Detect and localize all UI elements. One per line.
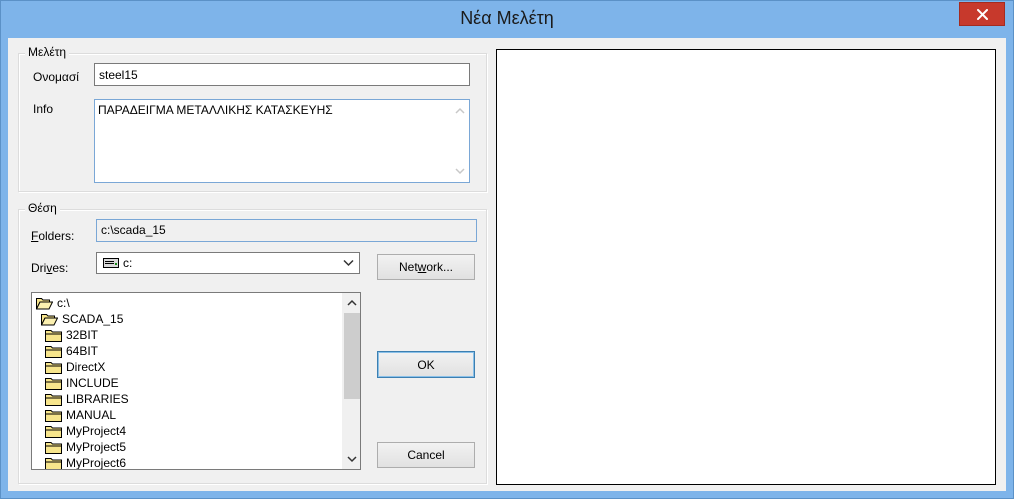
folder-open-icon — [41, 313, 58, 325]
scroll-down-icon[interactable] — [347, 454, 357, 464]
folder-item-label: MyProject6 — [66, 456, 127, 470]
folder-item[interactable]: LIBRARIES — [45, 391, 129, 407]
folder-open-icon — [36, 297, 53, 309]
folder-icon — [45, 457, 62, 469]
folder-icon — [45, 441, 62, 454]
location-group-title: Θέση — [25, 201, 60, 215]
folder-item[interactable]: MyProject4 — [45, 423, 126, 439]
chevron-down-icon[interactable] — [343, 259, 354, 267]
cancel-button[interactable]: Cancel — [377, 442, 475, 468]
scroll-up-icon[interactable] — [347, 298, 357, 308]
info-textarea[interactable]: ΠΑΡΑΔΕΙΓΜΑ ΜΕΤΑΛΛΙΚΗΣ ΚΑΤΑΣΚΕΥΗΣ — [94, 99, 470, 183]
folder-item[interactable]: MANUAL — [45, 407, 116, 423]
folder-item[interactable]: DirectX — [45, 359, 105, 375]
folder-list-scrollbar[interactable] — [342, 293, 360, 469]
folder-item-label: c:\ — [57, 296, 70, 310]
drives-selected: c: — [123, 256, 133, 270]
folder-item[interactable]: INCLUDE — [45, 375, 119, 391]
folders-path-field: c:\scada_15 — [96, 219, 477, 242]
folder-icon — [45, 393, 62, 406]
dialog-window: Νέα Μελέτη Μελέτη Ονομασί Info ΠΑΡΑΔΕΙΓΜ… — [0, 0, 1014, 499]
folder-item-label: MyProject5 — [66, 440, 127, 454]
folder-item[interactable]: c:\ — [36, 295, 70, 311]
folder-item-label: INCLUDE — [66, 376, 119, 390]
drives-label: Drives: — [31, 261, 69, 275]
title-bar[interactable]: Νέα Μελέτη — [1, 1, 1013, 37]
folder-item[interactable]: 64BIT — [45, 343, 98, 359]
folder-icon — [45, 377, 62, 390]
folder-item[interactable]: MyProject5 — [45, 439, 126, 455]
close-icon — [976, 8, 988, 20]
scroll-down-icon[interactable] — [455, 166, 465, 176]
folder-icon — [45, 329, 62, 342]
study-group-title: Μελέτη — [25, 45, 70, 59]
name-label: Ονομασί — [33, 70, 79, 84]
folder-item[interactable]: 32BIT — [45, 327, 98, 343]
close-button[interactable] — [959, 2, 1005, 26]
dialog-client: Μελέτη Ονομασί Info ΠΑΡΑΔΕΙΓΜΑ ΜΕΤΑΛΛΙΚΗ… — [8, 38, 1006, 491]
folder-item-label: 32BIT — [66, 328, 99, 342]
folder-item[interactable]: SCADA_15 — [41, 311, 123, 327]
folder-item-label: SCADA_15 — [62, 312, 124, 326]
drives-combobox[interactable]: c: — [96, 252, 360, 274]
scroll-thumb[interactable] — [344, 313, 360, 399]
preview-panel — [496, 49, 996, 485]
folder-icon — [45, 345, 62, 358]
folder-icon — [45, 361, 62, 374]
folder-item-label: LIBRARIES — [66, 392, 129, 406]
scroll-up-icon[interactable] — [455, 106, 465, 116]
folder-icon — [45, 425, 62, 438]
folder-item[interactable]: MyProject6 — [45, 455, 127, 470]
network-button[interactable]: Net w ork... — [377, 254, 475, 280]
study-group: Μελέτη Ονομασί Info ΠΑΡΑΔΕΙΓΜΑ ΜΕΤΑΛΛΙΚΗ… — [18, 45, 487, 192]
info-text: ΠΑΡΑΔΕΙΓΜΑ ΜΕΤΑΛΛΙΚΗΣ ΚΑΤΑΣΚΕΥΗΣ — [98, 103, 333, 117]
window-title: Νέα Μελέτη — [460, 8, 554, 28]
folders-label: Folders: — [31, 229, 75, 243]
folder-item-label: MANUAL — [66, 408, 117, 422]
folder-item-label: 64BIT — [66, 344, 99, 358]
drive-icon — [103, 258, 119, 268]
folder-icon — [45, 409, 62, 422]
ok-button[interactable]: OK — [377, 351, 475, 378]
folder-item-label: MyProject4 — [66, 424, 127, 438]
info-label: Info — [33, 102, 54, 116]
name-input[interactable] — [94, 63, 470, 86]
folder-tree-list[interactable]: c:\ SCADA_15 32BIT 64BIT DirectX INCLUDE LIBRA… — [31, 292, 361, 470]
folder-item-label: DirectX — [66, 360, 106, 374]
info-scrollbar[interactable] — [451, 100, 469, 182]
